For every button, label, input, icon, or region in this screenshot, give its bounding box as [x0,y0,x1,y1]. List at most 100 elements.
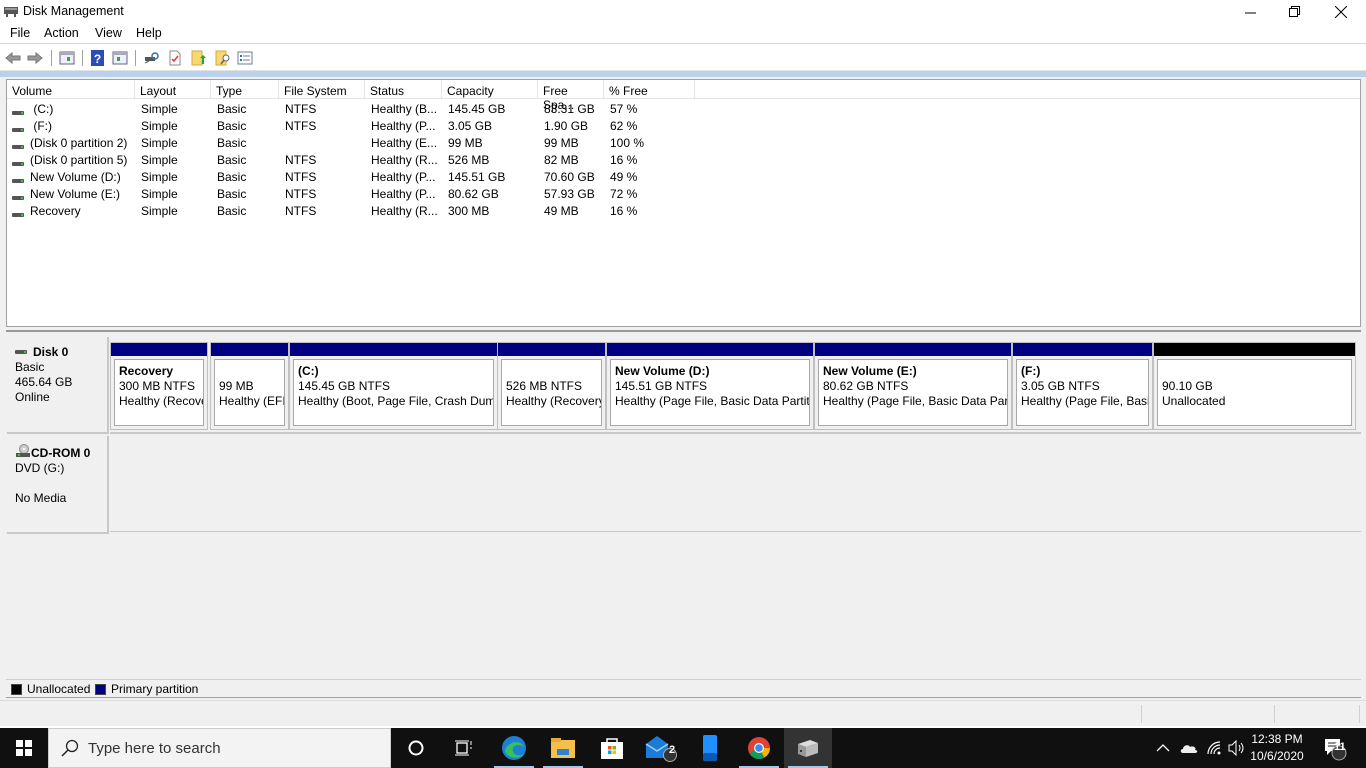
show-hide-action-pane-icon[interactable] [112,50,128,66]
cell-capacity: 80.62 GB [448,187,499,201]
partition-size: 300 MB NTFS [119,379,196,393]
taskbar-file-explorer[interactable] [539,728,587,768]
close-icon [1335,6,1347,18]
cortana-button[interactable] [392,728,440,768]
cell-status: Healthy (P... [371,170,436,184]
volume-tray[interactable] [1228,728,1246,768]
cell-layout: Simple [141,119,178,133]
minimize-icon [1244,12,1256,13]
volume-list[interactable]: Volume Layout Type File System Status Ca… [6,79,1361,327]
partition-size: 526 MB NTFS [506,379,583,393]
task-view-button[interactable] [440,728,488,768]
chevron-up-icon [1156,744,1170,752]
volume-row[interactable]: (C:) Simple Basic NTFS Healthy (B... 145.45 G… [7,100,1360,117]
start-button[interactable] [0,728,48,768]
volume-row[interactable]: (Disk 0 partition 5) Simple Basic NTFS Healt… [7,151,1360,168]
column-header-free-space[interactable]: Free Spa... [538,80,604,112]
cell-fs: NTFS [285,153,317,167]
column-header-type[interactable]: Type [211,80,279,99]
column-header-percent-free[interactable]: % Free [604,80,695,99]
partition-label: Recovery [119,364,174,378]
volume-name: (F:) [30,119,52,133]
partition-primary[interactable]: 99 MB Healthy (EFI [210,342,289,430]
cell-capacity: 145.45 GB [448,102,506,116]
show-hide-console-tree-icon[interactable] [59,50,75,66]
check-properties-icon[interactable] [167,50,183,66]
disk-0-info[interactable]: Disk 0 Basic 465.64 GB Online [7,337,109,434]
menu-help[interactable]: Help [136,26,162,40]
cell-layout: Simple [141,102,178,116]
taskbar-mail[interactable]: 2 [637,728,685,768]
volume-row[interactable]: New Volume (D:) Simple Basic NTFS Healthy (P… [7,168,1360,185]
windows-logo-icon [16,740,32,756]
help-icon[interactable]: ? [90,50,106,66]
volume-name: Recovery [30,204,81,218]
partition-status: Healthy (EFI [219,394,285,408]
cell-pct: 57 % [610,102,638,116]
cdrom-0-info[interactable]: CD-ROM 0 DVD (G:) No Media [7,436,109,534]
cdrom-0-name: CD-ROM 0 [31,446,91,460]
minimize-button[interactable] [1227,0,1273,24]
cell-type: Basic [217,204,247,218]
column-header-status[interactable]: Status [365,80,442,99]
network-tray[interactable] [1206,728,1222,768]
search-folder-icon[interactable] [215,50,231,66]
partition-primary[interactable]: Recovery 300 MB NTFS Healthy (Recove [110,342,208,430]
list-properties-icon[interactable] [237,50,253,66]
cell-free: 99 MB [544,136,579,150]
column-header-capacity[interactable]: Capacity [442,80,538,99]
restore-button[interactable] [1272,0,1318,24]
partition-status: Healthy (Boot, Page File, Crash Dum [298,394,494,408]
forward-icon[interactable] [27,50,43,66]
cell-pct: 72 % [610,187,638,201]
action-center-button[interactable]: 11 [1322,728,1348,768]
onedrive-tray[interactable] [1180,728,1198,768]
partition-label [219,364,280,379]
column-header-layout[interactable]: Layout [135,80,211,99]
folder-up-icon[interactable] [191,50,207,66]
partition-primary[interactable]: New Volume (E:) 80.62 GB NTFS Healthy (Pag… [814,342,1012,430]
taskbar-disk-management[interactable] [784,728,832,768]
volume-row[interactable]: Recovery Simple Basic NTFS Healthy (R... 300 … [7,202,1360,219]
pane-splitter[interactable] [6,327,1361,332]
volume-list-header: Volume Layout Type File System Status Ca… [7,80,1360,112]
column-header-file-system[interactable]: File System [279,80,365,99]
partition-primary[interactable]: New Volume (D:) 145.51 GB NTFS Healthy (Pa… [606,342,814,430]
column-header-volume[interactable]: Volume [7,80,135,99]
menu-view[interactable]: View [95,26,122,40]
volume-name: (Disk 0 partition 2) [30,136,128,150]
connect-disk-icon[interactable] [143,50,159,66]
cell-volume: (C:) [12,102,53,116]
partition-size: 3.05 GB NTFS [1021,379,1100,393]
volume-row[interactable]: (F:) Simple Basic NTFS Healthy (P... 3.05 GB 1… [7,117,1360,134]
show-hidden-icons-button[interactable] [1156,728,1170,768]
taskbar-chrome[interactable] [735,728,783,768]
close-button[interactable] [1318,0,1364,24]
toolbar-separator [51,50,52,66]
taskbar-your-phone[interactable] [686,728,734,768]
menu-file[interactable]: File [10,26,30,40]
menu-action[interactable]: Action [44,26,79,40]
svg-text:?: ? [94,52,101,66]
cell-layout: Simple [141,187,178,201]
edge-icon [502,736,526,760]
partition-primary[interactable]: (F:) 3.05 GB NTFS Healthy (Page File, Basi… [1012,342,1153,430]
taskbar-clock[interactable]: 12:38 PM 10/6/2020 [1248,731,1306,765]
cell-fs: NTFS [285,119,317,133]
partition-primary[interactable]: 526 MB NTFS Healthy (Recovery [497,342,606,430]
volume-drive-icon [12,213,24,217]
taskbar-search-box[interactable]: Type here to search [48,728,391,768]
volume-row[interactable]: New Volume (E:) Simple Basic NTFS Healthy (P… [7,185,1360,202]
disk-graphical-view: Disk 0 Basic 465.64 GB Online Recovery 30… [6,334,1361,679]
volume-name: (Disk 0 partition 5) [30,153,128,167]
taskbar-edge[interactable] [490,728,538,768]
title-bar: Disk Management [0,0,1366,24]
taskbar-microsoft-store[interactable] [588,728,636,768]
partition-body: 526 MB NTFS Healthy (Recovery [501,359,602,426]
back-icon[interactable] [5,50,21,66]
partition-unallocated[interactable]: 90.10 GB Unallocated [1153,342,1356,430]
disk-0-name: Disk 0 [33,345,69,359]
cell-status: Healthy (R... [371,204,438,218]
volume-row[interactable]: (Disk 0 partition 2) Simple Basic Healthy (… [7,134,1360,151]
partition-primary[interactable]: (C:) 145.45 GB NTFS Healthy (Boot, Page Fi… [289,342,498,430]
